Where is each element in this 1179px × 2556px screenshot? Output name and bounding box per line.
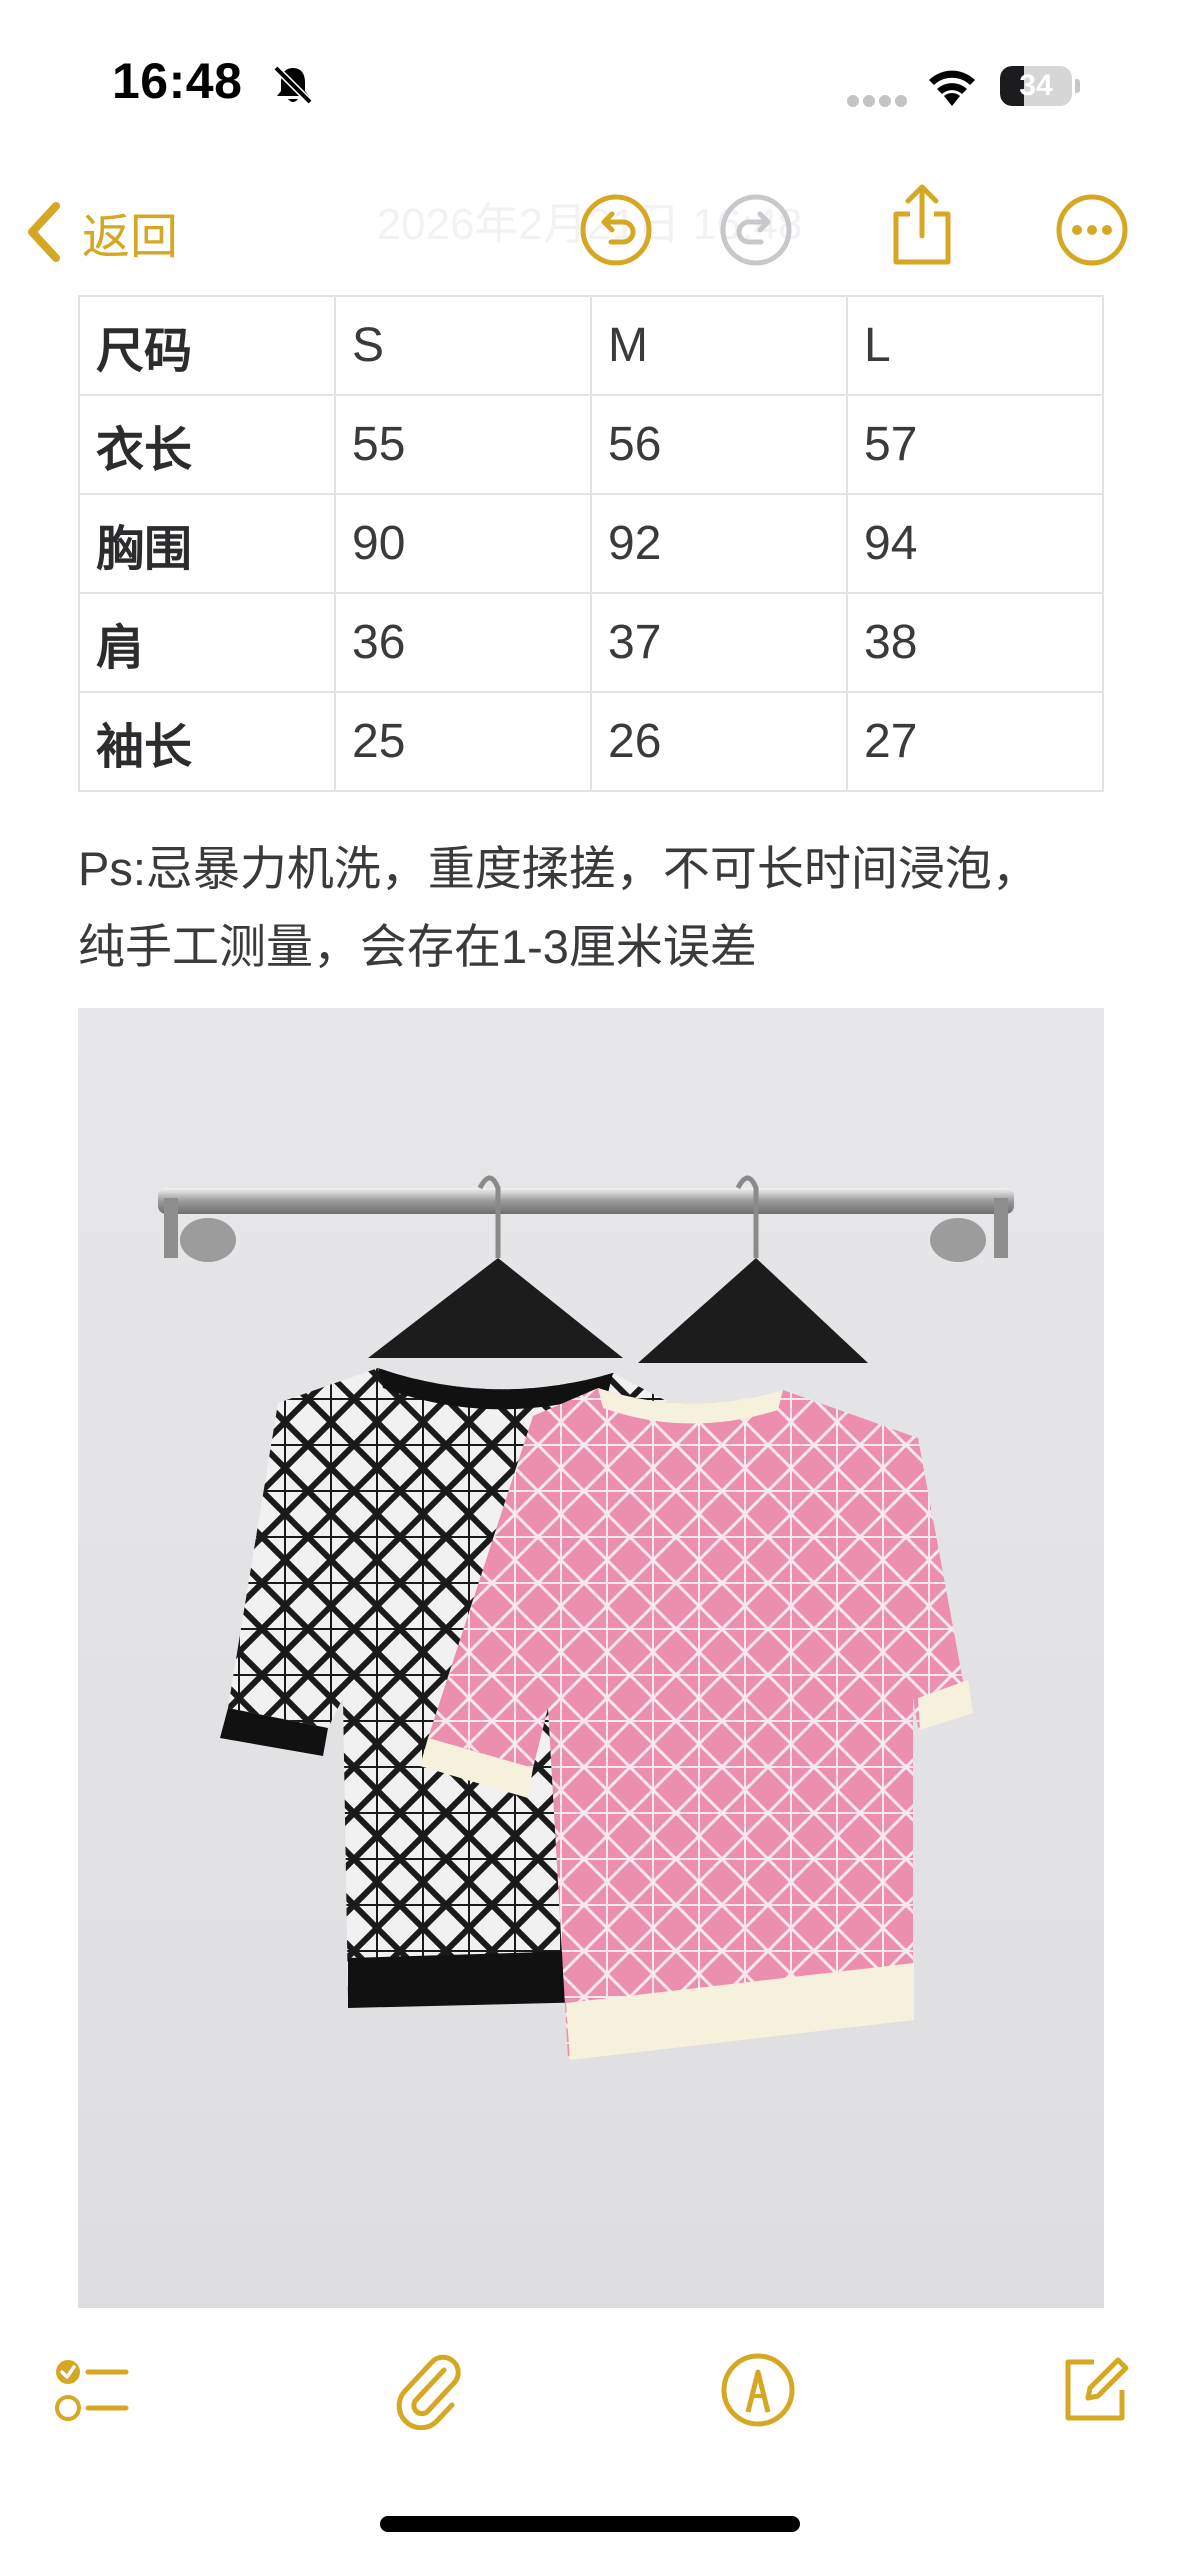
- battery-icon: 34: [1000, 66, 1080, 106]
- size-table: 尺码 S M L 衣长 55 56 57 胸围 90 92 94 肩 36 37…: [78, 295, 1104, 792]
- share-icon[interactable]: [886, 182, 958, 268]
- table-row: 肩 36 37 38: [78, 592, 1104, 693]
- redo-icon[interactable]: [718, 192, 794, 268]
- note-line: Ps:忌暴力机洗，重度揉搓，不可长时间浸泡，: [78, 842, 1039, 895]
- table-row: 尺码 S M L: [78, 295, 1104, 396]
- table-row: 胸围 90 92 94: [78, 493, 1104, 594]
- table-cell: 37: [590, 592, 848, 693]
- table-row: 袖长 25 26 27: [78, 691, 1104, 792]
- battery-body: 34: [1000, 66, 1072, 106]
- status-bar: 16:48 34: [0, 0, 1179, 170]
- table-cell: 36: [334, 592, 592, 693]
- table-cell: 92: [590, 493, 848, 594]
- table-cell: 55: [334, 394, 592, 495]
- chevron-left-icon: [28, 202, 60, 262]
- bottom-toolbar: [0, 2330, 1179, 2470]
- compose-icon[interactable]: [1054, 2350, 1134, 2430]
- table-cell: L: [846, 295, 1104, 396]
- table-cell: 尺码: [78, 295, 336, 396]
- product-photo[interactable]: [78, 1008, 1104, 2308]
- table-row: 衣长 55 56 57: [78, 394, 1104, 495]
- table-cell: 25: [334, 691, 592, 792]
- markup-icon[interactable]: [718, 2350, 798, 2430]
- table-cell: 胸围: [78, 493, 336, 594]
- table-cell: 26: [590, 691, 848, 792]
- table-cell: 38: [846, 592, 1104, 693]
- note-body[interactable]: Ps:忌暴力机洗，重度揉搓，不可长时间浸泡， 纯手工测量，会存在1-3厘米误差: [78, 830, 1138, 986]
- wifi-icon: [929, 70, 975, 106]
- bell-slash-icon: [273, 65, 313, 105]
- table-cell: 57: [846, 394, 1104, 495]
- table-cell: 94: [846, 493, 1104, 594]
- cellular-signal-icon: [847, 95, 907, 107]
- back-button[interactable]: 返回: [24, 192, 178, 272]
- table-cell: 袖长: [78, 691, 336, 792]
- checklist-icon[interactable]: [52, 2350, 132, 2430]
- table-cell: 27: [846, 691, 1104, 792]
- table-cell: S: [334, 295, 592, 396]
- nav-bar: 2026年2月21日 16:48 返回: [0, 170, 1179, 290]
- back-label: 返回: [82, 211, 179, 264]
- note-line: 纯手工测量，会存在1-3厘米误差: [78, 920, 757, 973]
- table-cell: M: [590, 295, 848, 396]
- battery-cap: [1075, 79, 1080, 93]
- battery-level: 34: [1019, 69, 1053, 102]
- more-icon[interactable]: [1054, 192, 1130, 268]
- table-cell: 56: [590, 394, 848, 495]
- table-cell: 衣长: [78, 394, 336, 495]
- status-time: 16:48: [112, 53, 243, 109]
- undo-icon[interactable]: [578, 192, 654, 268]
- paperclip-icon[interactable]: [390, 2350, 470, 2430]
- table-cell: 90: [334, 493, 592, 594]
- home-indicator[interactable]: [380, 2516, 800, 2532]
- table-cell: 肩: [78, 592, 336, 693]
